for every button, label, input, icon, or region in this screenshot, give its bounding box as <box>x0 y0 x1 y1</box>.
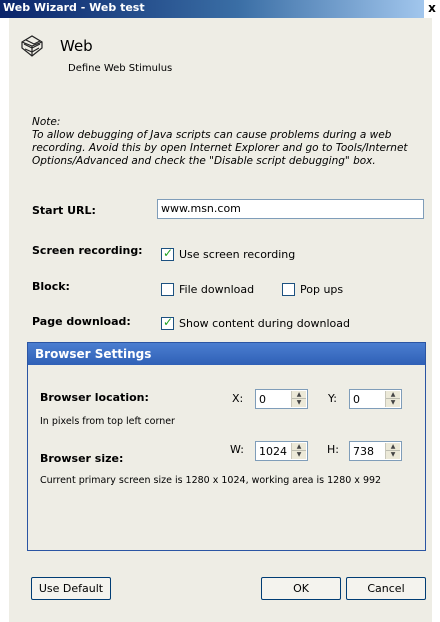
x-label: X: <box>232 392 244 405</box>
browser-size-label: Browser size: <box>40 452 124 465</box>
spin-down-icon[interactable]: ▼ <box>292 399 306 407</box>
web-globe-icon <box>19 34 45 58</box>
page-subtitle: Define Web Stimulus <box>68 63 173 74</box>
screen-recording-checkbox-row[interactable]: ✓ Use screen recording <box>161 245 296 261</box>
x-stepper[interactable]: 0 ▲ ▼ <box>255 389 308 409</box>
use-default-button[interactable]: Use Default <box>31 577 111 600</box>
w-value: 1024 <box>259 445 287 458</box>
pop-ups-checkbox-row[interactable]: Pop ups <box>282 282 343 296</box>
file-download-label: File download <box>179 282 255 296</box>
screen-recording-label: Screen recording: <box>32 244 143 257</box>
cancel-button[interactable]: Cancel <box>346 577 426 600</box>
page-download-checkbox-row[interactable]: ✓ Show content during download <box>161 314 350 330</box>
y-value: 0 <box>353 393 360 406</box>
y-spin-arrows[interactable]: ▲ ▼ <box>385 391 400 407</box>
start-url-label: Start URL: <box>32 204 96 217</box>
file-download-checkbox[interactable] <box>161 282 174 296</box>
check-mark-icon: ✓ <box>163 245 174 260</box>
w-stepper[interactable]: 1024 ▲ ▼ <box>255 441 308 461</box>
h-value: 738 <box>353 445 374 458</box>
pop-ups-checkbox[interactable] <box>282 282 295 296</box>
spin-up-icon[interactable]: ▲ <box>386 443 400 451</box>
screen-size-info: Current primary screen size is 1280 x 10… <box>40 475 382 486</box>
x-spin-arrows[interactable]: ▲ ▼ <box>291 391 306 407</box>
h-label: H: <box>327 443 339 456</box>
spin-up-icon[interactable]: ▲ <box>292 391 306 399</box>
check-mark-icon: ✓ <box>163 314 174 329</box>
close-button[interactable]: x <box>424 0 440 18</box>
start-url-input[interactable]: www.msn.com <box>157 199 424 219</box>
ok-button[interactable]: OK <box>261 577 341 600</box>
h-stepper[interactable]: 738 ▲ ▼ <box>349 441 402 461</box>
note-block: Note: To allow debugging of Java scripts… <box>32 116 412 168</box>
screen-recording-checkbox[interactable]: ✓ <box>161 245 174 261</box>
note-text: To allow debugging of Java scripts can c… <box>32 129 408 167</box>
spin-down-icon[interactable]: ▼ <box>292 451 306 459</box>
w-label: W: <box>230 443 244 456</box>
page-download-option-label: Show content during download <box>179 316 350 330</box>
browser-location-label: Browser location: <box>40 391 149 404</box>
spin-down-icon[interactable]: ▼ <box>386 399 400 407</box>
file-download-checkbox-row[interactable]: File download <box>161 282 254 296</box>
page-download-label: Page download: <box>32 315 131 328</box>
note-heading: Note: <box>32 116 61 128</box>
w-spin-arrows[interactable]: ▲ ▼ <box>291 443 306 459</box>
page-download-checkbox[interactable]: ✓ <box>161 314 174 330</box>
title-bar[interactable]: Web Wizard - Web test <box>0 0 432 18</box>
y-label: Y: <box>328 392 337 405</box>
web-wizard-window: Web Wizard - Web test x Web Define Web S… <box>0 0 440 622</box>
block-label: Block: <box>32 280 70 293</box>
x-value: 0 <box>259 393 266 406</box>
pop-ups-label: Pop ups <box>300 282 344 296</box>
browser-location-hint: In pixels from top left corner <box>40 416 175 427</box>
y-stepper[interactable]: 0 ▲ ▼ <box>349 389 402 409</box>
browser-settings-header: Browser Settings <box>28 343 425 365</box>
spin-up-icon[interactable]: ▲ <box>292 443 306 451</box>
h-spin-arrows[interactable]: ▲ ▼ <box>385 443 400 459</box>
page-title: Web <box>60 37 93 55</box>
window-title: Web Wizard - Web test <box>3 1 145 14</box>
screen-recording-option-label: Use screen recording <box>179 247 296 261</box>
spin-up-icon[interactable]: ▲ <box>386 391 400 399</box>
spin-down-icon[interactable]: ▼ <box>386 451 400 459</box>
